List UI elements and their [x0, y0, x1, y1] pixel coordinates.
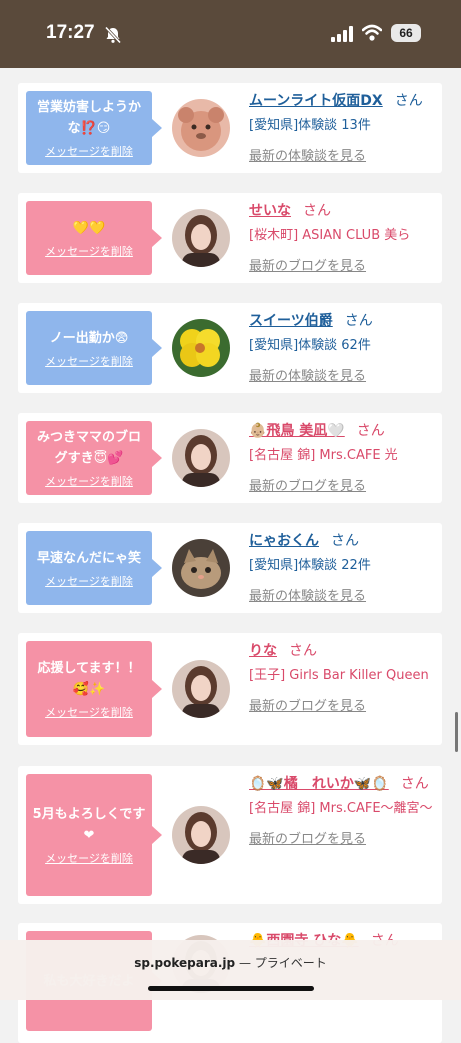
- shop-info: [名古屋 錦] Mrs.CAFE 光: [249, 448, 398, 463]
- user-info: スイーツ伯爵 さん [愛知県]体験談 62件最新の体験談を見る: [249, 311, 439, 384]
- delete-message-link[interactable]: メッセージを削除: [45, 353, 133, 369]
- honorific: さん: [331, 533, 359, 549]
- browser-address-bar[interactable]: sp.pokepara.jp — プライベート: [0, 940, 461, 1000]
- message-bubble: ノー出勤か😨 メッセージを削除: [26, 311, 162, 385]
- user-name-link[interactable]: にゃおくん: [249, 533, 319, 549]
- message-text: みつきママのブログすき😇💕: [36, 430, 141, 466]
- view-latest-link[interactable]: 最新の体験談を見る: [249, 585, 439, 604]
- message-bubble: 5月もよろしくです❤ メッセージを削除: [26, 774, 162, 896]
- user-info: 🪞🦋橘 れいか🦋🪞 さん [名古屋 錦] Mrs.CAFE〜離宮〜最新のブログを見る: [249, 774, 439, 847]
- bell-off-icon: [104, 26, 122, 44]
- message-bubble: 応援してます！！🥰✨ メッセージを削除: [26, 641, 162, 737]
- status-time: 17:27: [46, 22, 95, 43]
- view-latest-link[interactable]: 最新の体験談を見る: [249, 365, 439, 384]
- user-name-link[interactable]: スイーツ伯爵: [249, 313, 333, 329]
- delete-message-link[interactable]: メッセージを削除: [45, 243, 133, 259]
- shop-info: [愛知県]体験談 13件: [249, 118, 371, 133]
- shop-info: [愛知県]体験談 22件: [249, 558, 371, 573]
- message-card: 早速なんだにゃ笑 メッセージを削除 にゃおくん さん [愛知県]体験談 22件最新の体験…: [18, 523, 442, 613]
- delete-message-link[interactable]: メッセージを削除: [45, 473, 133, 489]
- name-line: スイーツ伯爵 さん: [249, 311, 439, 331]
- shop-info: [王子] Girls Bar Killer Queen: [249, 668, 429, 683]
- message-bubble: 早速なんだにゃ笑 メッセージを削除: [26, 531, 162, 605]
- signal-icon: [331, 26, 353, 42]
- view-latest-link[interactable]: 最新のブログを見る: [249, 475, 439, 494]
- wifi-icon: [362, 24, 382, 41]
- name-line: せいな さん: [249, 201, 439, 221]
- honorific: さん: [303, 203, 331, 219]
- user-name-link[interactable]: ムーンライト仮面DX: [249, 93, 383, 109]
- view-latest-link[interactable]: 最新のブログを見る: [249, 828, 439, 847]
- delete-message-link[interactable]: メッセージを削除: [45, 143, 133, 159]
- user-name-link[interactable]: せいな: [249, 203, 291, 219]
- honorific: さん: [289, 643, 317, 659]
- avatar[interactable]: [172, 806, 230, 864]
- avatar[interactable]: [172, 429, 230, 487]
- name-line: りな さん: [249, 641, 439, 661]
- view-latest-link[interactable]: 最新の体験談を見る: [249, 145, 439, 164]
- user-name-link[interactable]: りな: [249, 643, 277, 659]
- user-info: 👶🏼飛鳥 美凪🤍 さん [名古屋 錦] Mrs.CAFE 光最新のブログを見る: [249, 421, 439, 494]
- message-card: 5月もよろしくです❤ メッセージを削除 🪞🦋橘 れいか🦋🪞 さん [名古屋 錦] Mrs…: [18, 766, 442, 904]
- view-latest-link[interactable]: 最新のブログを見る: [249, 255, 439, 274]
- message-text: 営業妨害しようかな⁉️😏: [36, 100, 141, 136]
- domain-text: sp.pokepara.jp: [134, 956, 236, 970]
- message-text: 応援してます！！🥰✨: [37, 661, 141, 697]
- avatar[interactable]: [172, 319, 230, 377]
- user-info: せいな さん [桜木町] ASIAN CLUB 美ら最新のブログを見る: [249, 201, 439, 274]
- battery-icon: 66: [391, 24, 421, 42]
- avatar[interactable]: [172, 209, 230, 267]
- message-text: ノー出勤か😨: [49, 330, 129, 346]
- avatar[interactable]: [172, 99, 230, 157]
- delete-message-link[interactable]: メッセージを削除: [45, 573, 133, 589]
- name-line: にゃおくん さん: [249, 531, 439, 551]
- status-bar: 17:27 66: [0, 0, 461, 68]
- view-latest-link[interactable]: 最新のブログを見る: [249, 695, 439, 714]
- message-text: 早速なんだにゃ笑: [36, 550, 141, 566]
- private-mode-label: — プライベート: [238, 956, 327, 970]
- message-bubble: 営業妨害しようかな⁉️😏 メッセージを削除: [26, 91, 162, 165]
- message-card: 応援してます！！🥰✨ メッセージを削除 りな さん [王子] Girls Bar Kil…: [18, 633, 442, 745]
- delete-message-link[interactable]: メッセージを削除: [45, 850, 133, 866]
- message-card: 💛💛 メッセージを削除 せいな さん [桜木町] ASIAN CLUB 美ら最新のブログ…: [18, 193, 442, 283]
- avatar[interactable]: [172, 660, 230, 718]
- name-line: ムーンライト仮面DX さん: [249, 91, 439, 111]
- honorific: さん: [394, 93, 423, 109]
- delete-message-link[interactable]: メッセージを削除: [45, 704, 133, 720]
- honorific: さん: [344, 313, 373, 329]
- shop-info: [桜木町] ASIAN CLUB 美ら: [249, 228, 411, 243]
- scrollbar[interactable]: [455, 712, 458, 752]
- message-bubble: みつきママのブログすき😇💕 メッセージを削除: [26, 421, 162, 495]
- shop-info: [名古屋 錦] Mrs.CAFE〜離宮〜: [249, 801, 433, 816]
- name-line: 🪞🦋橘 れいか🦋🪞 さん: [249, 774, 439, 794]
- home-indicator[interactable]: [148, 986, 314, 991]
- message-bubble: 💛💛 メッセージを削除: [26, 201, 162, 275]
- honorific: さん: [400, 776, 429, 792]
- name-line: 👶🏼飛鳥 美凪🤍 さん: [249, 421, 439, 441]
- shop-info: [愛知県]体験談 62件: [249, 338, 371, 353]
- message-card: ノー出勤か😨 メッセージを削除 スイーツ伯爵 さん [愛知県]体験談 62件最新の体験談…: [18, 303, 442, 393]
- url-display[interactable]: sp.pokepara.jp — プライベート: [0, 954, 461, 971]
- avatar[interactable]: [172, 539, 230, 597]
- user-name-link[interactable]: 👶🏼飛鳥 美凪🤍: [249, 423, 345, 439]
- user-info: にゃおくん さん [愛知県]体験談 22件最新の体験談を見る: [249, 531, 439, 604]
- message-card: 営業妨害しようかな⁉️😏 メッセージを削除 ムーンライト仮面DX さん [愛知県]体験談…: [18, 83, 442, 173]
- message-card: みつきママのブログすき😇💕 メッセージを削除 👶🏼飛鳥 美凪🤍 さん [名古屋 錦] M…: [18, 413, 442, 503]
- message-text: 5月もよろしくです❤: [32, 807, 146, 843]
- message-text: 💛💛: [72, 220, 106, 236]
- user-info: りな さん [王子] Girls Bar Killer Queen 最新のブログを見る: [249, 641, 439, 714]
- honorific: さん: [356, 423, 385, 439]
- user-info: ムーンライト仮面DX さん [愛知県]体験談 13件最新の体験談を見る: [249, 91, 439, 164]
- user-name-link[interactable]: 🪞🦋橘 れいか🦋🪞: [249, 776, 389, 792]
